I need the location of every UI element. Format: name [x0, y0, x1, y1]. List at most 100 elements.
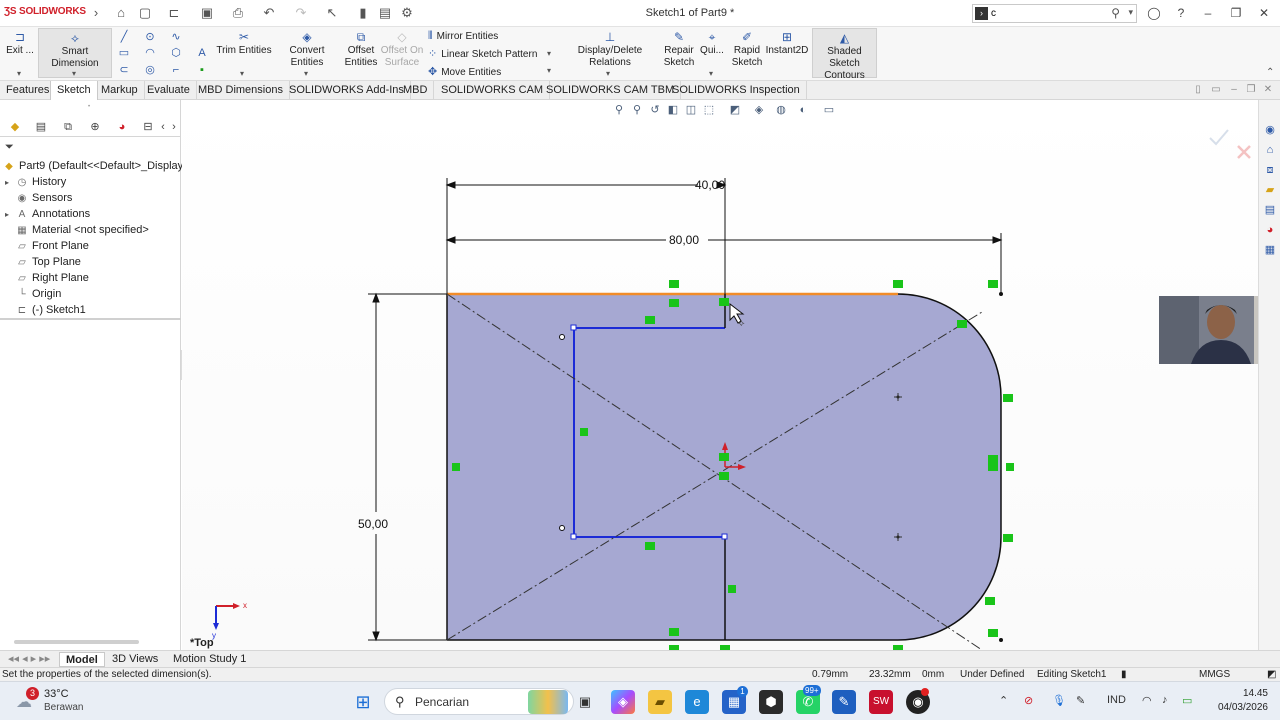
panel-grip-icon[interactable]: •: [88, 104, 90, 110]
chevron-down-icon[interactable]: ▾: [72, 69, 76, 78]
collapse-ribbon-icon[interactable]: ⌃: [1266, 67, 1274, 78]
clock-time[interactable]: 14.45: [1208, 688, 1268, 699]
dimxpert-icon[interactable]: ⊕: [87, 120, 103, 134]
tree-item-history[interactable]: ▸ ◷ History: [5, 174, 66, 190]
file-properties-icon[interactable]: ▤: [377, 5, 393, 21]
tray-app-icon[interactable]: ⊘: [1024, 694, 1033, 707]
customize-icon[interactable]: ◩: [1267, 669, 1276, 681]
home-icon[interactable]: ⌂: [1262, 142, 1278, 158]
restore-icon[interactable]: ▭: [1210, 84, 1222, 96]
app-cube-icon[interactable]: ⬢: [759, 690, 783, 714]
minimize-icon[interactable]: –: [1228, 84, 1240, 96]
convert-entities-button[interactable]: ◈ Convert Entities: [272, 30, 342, 69]
rollback-bar[interactable]: [0, 318, 181, 320]
file-explorer-icon[interactable]: ▰: [648, 690, 672, 714]
file-explorer-icon[interactable]: ▰: [1262, 182, 1278, 198]
spline-icon[interactable]: ∿: [169, 30, 183, 44]
microphone-icon[interactable]: 🎙: [1052, 694, 1066, 707]
appearances-icon[interactable]: ◕: [1262, 222, 1278, 238]
redo-icon[interactable]: ↷: [293, 5, 309, 21]
tab-3d-views[interactable]: 3D Views: [106, 652, 164, 667]
rebuild-indicator-icon[interactable]: ▮: [1121, 669, 1127, 681]
restore-icon[interactable]: ❐: [1226, 4, 1246, 22]
restore-icon[interactable]: ❐: [1245, 84, 1257, 96]
tree-item-right-plane[interactable]: ▱ Right Plane: [5, 270, 89, 286]
tree-item-sensors[interactable]: ◉ Sensors: [5, 190, 73, 206]
open-folder-icon[interactable]: ⊏: [166, 5, 182, 21]
chevron-down-icon[interactable]: ▾: [709, 69, 713, 78]
chevron-down-icon[interactable]: ▾: [1128, 7, 1133, 18]
print-icon[interactable]: ⎙: [230, 5, 246, 21]
tile-icon[interactable]: ▯: [1192, 84, 1204, 96]
search-commands-box[interactable]: › ⚲ ▾: [972, 4, 1137, 23]
chevron-down-icon[interactable]: ▾: [240, 69, 244, 78]
trim-entities-button[interactable]: ✂ Trim Entities: [216, 30, 272, 57]
fillet-icon[interactable]: ⌐: [169, 63, 183, 77]
filter-icon[interactable]: ⏷: [5, 141, 14, 154]
display-manager-icon[interactable]: ◕: [114, 120, 130, 134]
copilot-icon[interactable]: ◈: [611, 690, 635, 714]
offset-on-surface-button[interactable]: ◇ Offset On Surface: [380, 30, 424, 69]
options-gear-icon[interactable]: ⚙: [399, 5, 415, 21]
mirror-entities-button[interactable]: ⫴ Mirror Entities: [428, 30, 498, 43]
offset-entities-button[interactable]: ⧉ Offset Entities: [342, 30, 380, 69]
tree-item-front-plane[interactable]: ▱ Front Plane: [5, 238, 89, 254]
app-editor-icon[interactable]: ✎: [832, 690, 856, 714]
tree-item-top-plane[interactable]: ▱ Top Plane: [5, 254, 81, 270]
quick-snaps-button[interactable]: ⌖ Qui...: [698, 30, 726, 57]
tab-evaluate[interactable]: Evaluate: [141, 81, 197, 100]
solidworks-resources-icon[interactable]: ◉: [1262, 122, 1278, 138]
close-icon[interactable]: ✕: [1262, 84, 1274, 96]
property-manager-icon[interactable]: ▤: [33, 120, 49, 134]
ellipse-icon[interactable]: ◎: [143, 63, 157, 77]
dimension-50-text[interactable]: 50,00: [358, 517, 388, 531]
chevron-down-icon[interactable]: ▾: [547, 66, 551, 75]
select-arrow-icon[interactable]: ↖: [324, 5, 340, 21]
tab-solidworks-addins[interactable]: SOLIDWORKS Add-Ins: [283, 81, 411, 100]
minimize-icon[interactable]: –: [1198, 4, 1218, 22]
tree-item-annotations[interactable]: ▸ A Annotations: [5, 206, 90, 222]
tab-solidworks-cam[interactable]: SOLIDWORKS CAM: [435, 81, 551, 100]
configuration-manager-icon[interactable]: ⧉: [60, 120, 76, 134]
cam-manager-icon[interactable]: ⊟: [140, 120, 156, 134]
weather-temperature[interactable]: 33°C: [44, 688, 69, 700]
chevron-right-icon[interactable]: ›: [166, 120, 182, 134]
dimension-50[interactable]: [368, 292, 447, 642]
sketch-profile-fill[interactable]: [447, 294, 1001, 640]
undo-icon[interactable]: ↶: [261, 5, 277, 21]
battery-icon[interactable]: ▭: [1182, 694, 1192, 707]
horizontal-scrollbar[interactable]: [14, 640, 139, 644]
tab-motion-study[interactable]: Motion Study 1: [167, 652, 252, 667]
user-account-icon[interactable]: ◯: [1144, 4, 1164, 22]
tab-mbd-dimensions[interactable]: MBD Dimensions: [192, 81, 290, 100]
tab-solidworks-inspection[interactable]: SOLIDWORKS Inspection: [666, 81, 807, 100]
linear-sketch-pattern-button[interactable]: ⁘ Linear Sketch Pattern: [428, 47, 537, 60]
close-icon[interactable]: ✕: [1254, 4, 1274, 22]
display-delete-relations-button[interactable]: ⊥ Display/Delete Relations: [558, 30, 662, 69]
search-input[interactable]: [991, 6, 1111, 21]
save-icon[interactable]: ▣: [199, 5, 215, 21]
line-icon[interactable]: ╱: [117, 30, 131, 44]
polygon-icon[interactable]: ⬡: [169, 46, 183, 60]
home-icon[interactable]: ⌂: [113, 5, 129, 21]
rapid-sketch-button[interactable]: ✐ Rapid Sketch: [730, 30, 764, 69]
move-entities-button[interactable]: ✥ Move Entities: [428, 65, 501, 78]
tab-sketch[interactable]: Sketch: [50, 81, 98, 100]
expand-icon[interactable]: ▸: [5, 175, 15, 191]
tab-model[interactable]: Model: [59, 652, 105, 667]
tree-item-material[interactable]: ▦ Material <not specified>: [5, 222, 149, 238]
chevron-down-icon[interactable]: ▾: [304, 69, 308, 78]
slot-icon[interactable]: ⊂: [117, 63, 131, 77]
point-icon[interactable]: ▪: [195, 63, 209, 77]
sketch-canvas[interactable]: 40,00 80,00 50,00 ⟡ x y: [182, 100, 1258, 650]
arc-icon[interactable]: ◠: [143, 46, 157, 60]
exit-sketch-button[interactable]: ⊐ Exit ...: [5, 30, 35, 57]
shaded-sketch-contours-button[interactable]: ◭ Shaded Sketch Contours: [812, 28, 877, 81]
windows-start-icon[interactable]: ⊞: [351, 690, 375, 714]
tab-scroll-icons[interactable]: ◂◂ ◂ ▸ ▸▸: [2, 652, 56, 667]
chevron-down-icon[interactable]: ▾: [606, 69, 610, 78]
feature-manager-icon[interactable]: ◆: [7, 120, 23, 134]
unit-system-selector[interactable]: MMGS: [1199, 669, 1230, 681]
repair-sketch-button[interactable]: ✎ Repair Sketch: [662, 30, 696, 69]
custom-properties-icon[interactable]: ▦: [1262, 242, 1278, 258]
